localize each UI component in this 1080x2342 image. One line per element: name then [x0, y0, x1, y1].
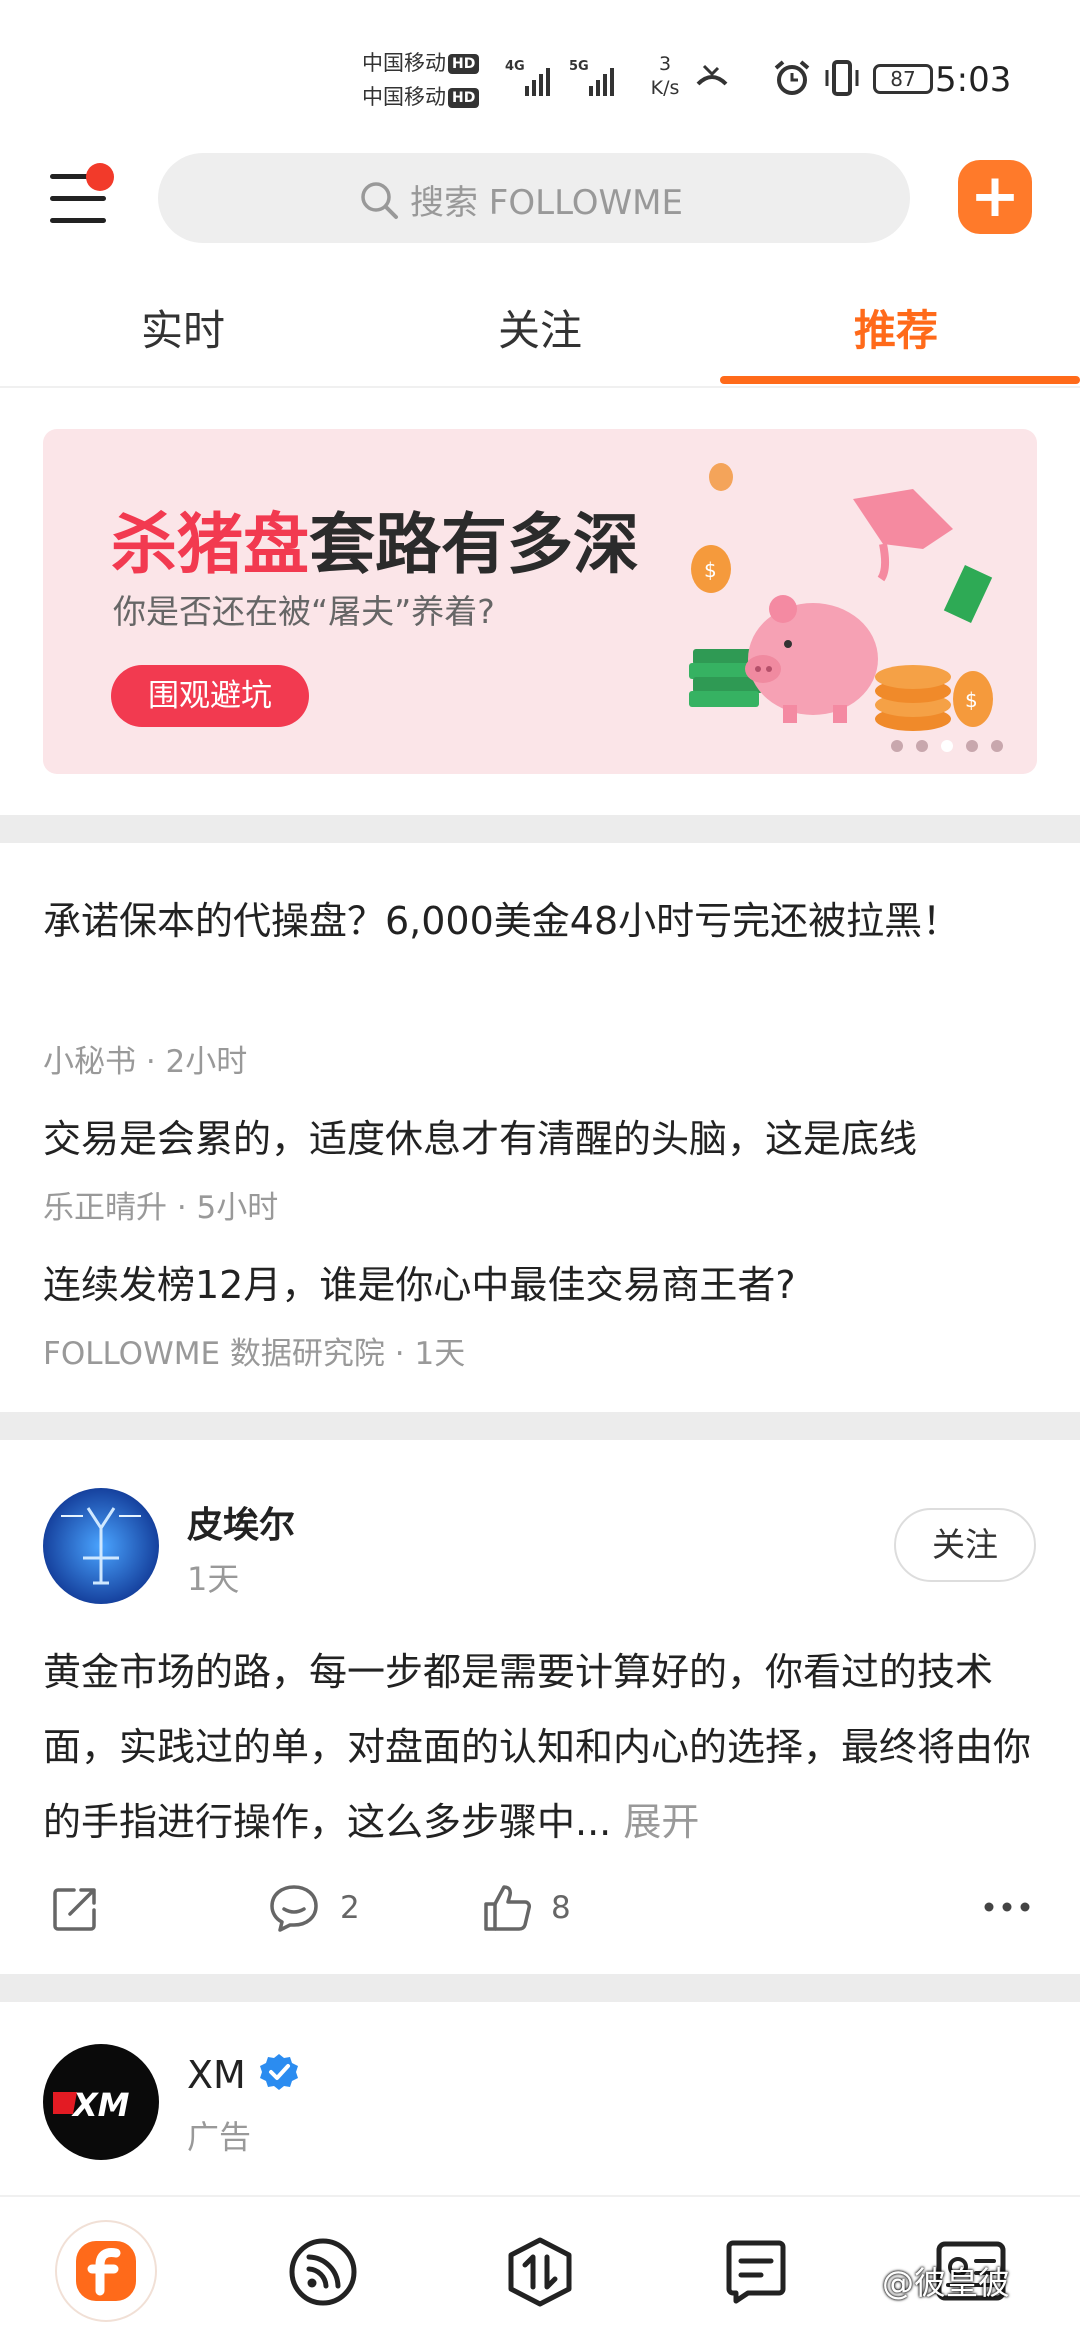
banner-title-rest: 套路有多深	[309, 506, 639, 583]
section-separator	[0, 815, 1080, 843]
carousel-dot	[966, 740, 978, 752]
more-options-icon[interactable]	[982, 1900, 1032, 1914]
svg-text:$: $	[965, 688, 978, 712]
avatar-image	[43, 1488, 159, 1604]
like-count: 8	[551, 1890, 571, 1926]
nav-messages-icon[interactable]	[724, 2239, 788, 2305]
promo-banner[interactable]: 杀猪盘套路有多深 你是否还在被“屠夫”养着? 围观避坑 $ $	[43, 429, 1037, 774]
share-icon[interactable]	[50, 1884, 100, 1934]
hd-badge: HD	[448, 54, 480, 74]
banner-subtitle: 你是否还在被“屠夫”养着?	[113, 592, 495, 631]
status-bar: 中国移动 HD 中国移动 HD 4G 5G 3 K/s 87 5:03	[0, 0, 1080, 140]
avatar[interactable]	[43, 1488, 159, 1604]
hd-badge: HD	[448, 88, 480, 108]
carrier-1: 中国移动	[362, 51, 446, 75]
active-tab-indicator	[720, 376, 1080, 384]
post-author[interactable]: 皮埃尔	[187, 1496, 295, 1548]
nav-feed-icon[interactable]	[288, 2237, 358, 2307]
carousel-dot	[916, 740, 928, 752]
tab-recommended[interactable]: 推荐	[776, 297, 1016, 358]
network-5g-label: 5G	[569, 59, 589, 74]
ad-label: 广告	[187, 2118, 252, 2156]
comment-count: 2	[340, 1890, 360, 1926]
watermark: @彼皇彼	[882, 2264, 1011, 2302]
network-speed: 3 K/s	[640, 52, 690, 100]
speed-unit: K/s	[650, 77, 680, 99]
network-4g-label: 4G	[505, 59, 525, 74]
carrier-info: 中国移动 HD 中国移动 HD	[362, 46, 496, 114]
xm-logo-text: XM	[71, 2086, 130, 2124]
battery-indicator: 87	[873, 64, 933, 94]
nav-home-icon[interactable]	[54, 2219, 158, 2323]
carousel-dot	[891, 740, 903, 752]
section-separator	[0, 1412, 1080, 1440]
divider	[0, 386, 1080, 388]
tab-realtime[interactable]: 实时	[63, 297, 303, 358]
xm-logo: XM	[53, 2086, 130, 2124]
ad-author[interactable]: XM	[187, 2052, 300, 2097]
ad-author-name: XM	[187, 2053, 246, 2097]
clock: 5:03	[935, 60, 1012, 100]
like-icon[interactable]	[482, 1882, 534, 1934]
nav-trade-icon[interactable]	[506, 2237, 574, 2307]
carousel-dot	[991, 740, 1003, 752]
ad-avatar[interactable]: XM	[43, 2044, 159, 2160]
banner-title: 杀猪盘套路有多深	[111, 491, 639, 587]
plus-icon: +	[969, 161, 1021, 231]
search-placeholder: 搜索 FOLLOWME	[410, 183, 683, 223]
svg-text:$: $	[704, 558, 717, 582]
comment-icon[interactable]	[268, 1882, 320, 1934]
news-item-title[interactable]: 交易是会累的，适度休息才有清醒的头脑，这是底线	[43, 1104, 1043, 1174]
news-item-title[interactable]: 承诺保本的代操盘？6,000美金48小时亏完还被拉黑！	[43, 886, 1043, 956]
search-icon	[361, 181, 398, 219]
follow-button[interactable]: 关注	[894, 1508, 1036, 1582]
post-text: 黄金市场的路，每一步都是需要计算好的，你看过的技术面，实践过的单，对盘面的认知和…	[43, 1650, 1032, 1844]
piggy-bank-illustration: $ $	[689, 463, 993, 731]
carousel-dots	[891, 737, 1016, 756]
search-content: 搜索 FOLLOWME	[358, 175, 683, 224]
carrier-2: 中国移动	[362, 85, 446, 109]
create-post-button[interactable]: +	[958, 160, 1032, 234]
post-body[interactable]: 黄金市场的路，每一步都是需要计算好的，你看过的技术面，实践过的单，对盘面的认知和…	[43, 1635, 1043, 1860]
vibrate-icon	[825, 60, 859, 96]
news-item-meta: FOLLOWME 数据研究院 · 1天	[43, 1336, 466, 1372]
expand-link[interactable]: 展开	[623, 1800, 699, 1844]
speed-value: 3	[658, 53, 672, 75]
section-separator	[0, 1974, 1080, 2002]
search-bar[interactable]: 搜索 FOLLOWME	[158, 153, 910, 243]
tab-following[interactable]: 关注	[420, 297, 660, 358]
notification-dot	[86, 163, 114, 191]
signal-icon: 4G 5G	[505, 59, 614, 96]
post-time: 1天	[187, 1560, 240, 1598]
news-item-meta: 小秘书 · 2小时	[43, 1044, 248, 1080]
news-item-meta: 乐正晴升 · 5小时	[43, 1190, 279, 1226]
banner-cta-button[interactable]: 围观避坑	[111, 665, 309, 727]
banner-title-highlight: 杀猪盘	[111, 506, 309, 583]
carousel-dot-active	[941, 740, 953, 752]
alarm-icon	[774, 60, 810, 95]
verified-badge-icon	[259, 2054, 298, 2090]
news-item-title[interactable]: 连续发榜12月，谁是你心中最佳交易商王者?	[43, 1250, 1043, 1320]
missed-call-icon	[696, 64, 728, 86]
